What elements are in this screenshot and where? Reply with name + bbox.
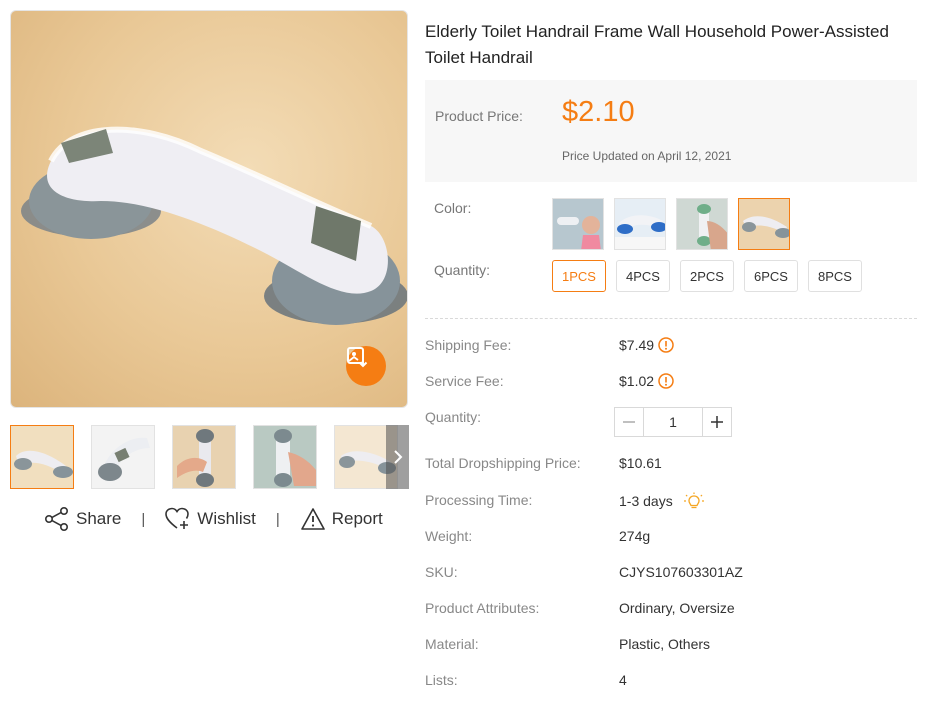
total-price-label: Total Dropshipping Price: <box>425 455 581 471</box>
attributes-value: Ordinary, Oversize <box>619 600 735 616</box>
total-price-value: $10.61 <box>619 455 662 471</box>
quantity-option-6pcs[interactable]: 6PCS <box>744 260 798 292</box>
lists-label: Lists: <box>425 672 458 688</box>
quantity-options: 1PCS 4PCS 2PCS 6PCS 8PCS <box>552 260 862 292</box>
quantity-option-4pcs[interactable]: 4PCS <box>616 260 670 292</box>
share-icon <box>44 506 68 531</box>
material-label: Material: <box>425 636 479 652</box>
price-updated: Price Updated on April 12, 2021 <box>562 149 732 163</box>
quantity-option-1pcs[interactable]: 1PCS <box>552 260 606 292</box>
quantity-stepper <box>614 407 732 437</box>
weight-row: Weight: 274g <box>425 528 920 548</box>
actions-separator: | <box>141 510 146 528</box>
shipping-fee-row: Shipping Fee: $7.49 <box>425 337 920 357</box>
share-button[interactable]: Share <box>44 506 121 532</box>
wishlist-button[interactable]: Wishlist <box>165 507 256 531</box>
thumbnail-3[interactable] <box>172 425 236 489</box>
color-swatch-4[interactable] <box>738 198 790 250</box>
sku-row: SKU: CJYS107603301AZ <box>425 564 920 584</box>
section-divider <box>425 318 917 319</box>
warning-icon <box>300 508 325 530</box>
price-label: Product Price: <box>435 108 523 124</box>
quantity-option-2pcs[interactable]: 2PCS <box>680 260 734 292</box>
quantity-option-8pcs[interactable]: 8PCS <box>808 260 862 292</box>
material-value: Plastic, Others <box>619 636 711 652</box>
report-button[interactable]: Report <box>300 507 383 531</box>
main-product-image[interactable] <box>10 10 408 408</box>
service-fee-row: Service Fee: $1.02 <box>425 373 920 393</box>
lists-row: Lists: 4 <box>425 672 920 692</box>
attributes-row: Product Attributes: Ordinary, Oversize <box>425 600 920 620</box>
exclamation-circle-icon[interactable] <box>658 373 674 389</box>
quantity-label: Quantity: <box>425 409 482 425</box>
thumbnail-1[interactable] <box>10 425 74 489</box>
quantity-input[interactable] <box>644 408 702 436</box>
actions-separator: | <box>275 510 280 528</box>
sku-label: SKU: <box>425 564 458 580</box>
chevron-right-icon <box>393 450 402 464</box>
sku-value: CJYS107603301AZ <box>619 564 743 580</box>
processing-time-value: 1-3 days <box>619 493 673 509</box>
exclamation-circle-icon[interactable] <box>658 337 674 353</box>
thumbnail-2[interactable] <box>91 425 155 489</box>
report-label: Report <box>331 509 383 528</box>
quantity-increase-button[interactable] <box>702 408 731 436</box>
color-swatch-3[interactable] <box>676 198 728 250</box>
service-fee-label: Service Fee: <box>425 373 504 389</box>
quantity-decrease-button[interactable] <box>615 408 644 436</box>
lists-value: 4 <box>619 672 627 688</box>
thumbnail-next-button[interactable] <box>386 425 409 489</box>
heart-plus-icon <box>165 507 190 529</box>
shipping-fee-value: $7.49 <box>619 337 655 353</box>
color-swatch-1[interactable] <box>552 198 604 250</box>
image-search-button[interactable] <box>346 346 386 386</box>
total-price-row: Total Dropshipping Price: $10.61 <box>425 455 920 475</box>
product-title: Elderly Toilet Handrail Frame Wall House… <box>425 22 889 67</box>
weight-value: 274g <box>619 528 651 544</box>
color-swatch-2[interactable] <box>614 198 666 250</box>
shipping-fee-label: Shipping Fee: <box>425 337 512 353</box>
lightbulb-icon[interactable] <box>683 492 705 510</box>
thumbnail-strip <box>10 425 410 489</box>
material-row: Material: Plastic, Others <box>425 636 920 656</box>
price-box: Product Price: $2.10 Price Updated on Ap… <box>425 80 917 182</box>
weight-label: Weight: <box>425 528 473 544</box>
price-value: $2.10 <box>562 96 635 128</box>
processing-time-row: Processing Time: 1-3 days <box>425 492 920 512</box>
image-search-icon <box>347 347 368 368</box>
attributes-label: Product Attributes: <box>425 600 540 616</box>
quantity-option-label: Quantity: <box>434 262 491 278</box>
processing-time-label: Processing Time: <box>425 492 533 508</box>
plus-icon <box>711 416 723 428</box>
color-label: Color: <box>434 200 472 216</box>
service-fee-value: $1.02 <box>619 373 655 389</box>
color-swatches <box>552 198 790 250</box>
share-label: Share <box>76 509 122 528</box>
minus-icon <box>623 421 635 423</box>
wishlist-label: Wishlist <box>197 509 256 528</box>
thumbnail-4[interactable] <box>253 425 317 489</box>
product-actions: Share | Wishlist | Report <box>44 506 383 532</box>
